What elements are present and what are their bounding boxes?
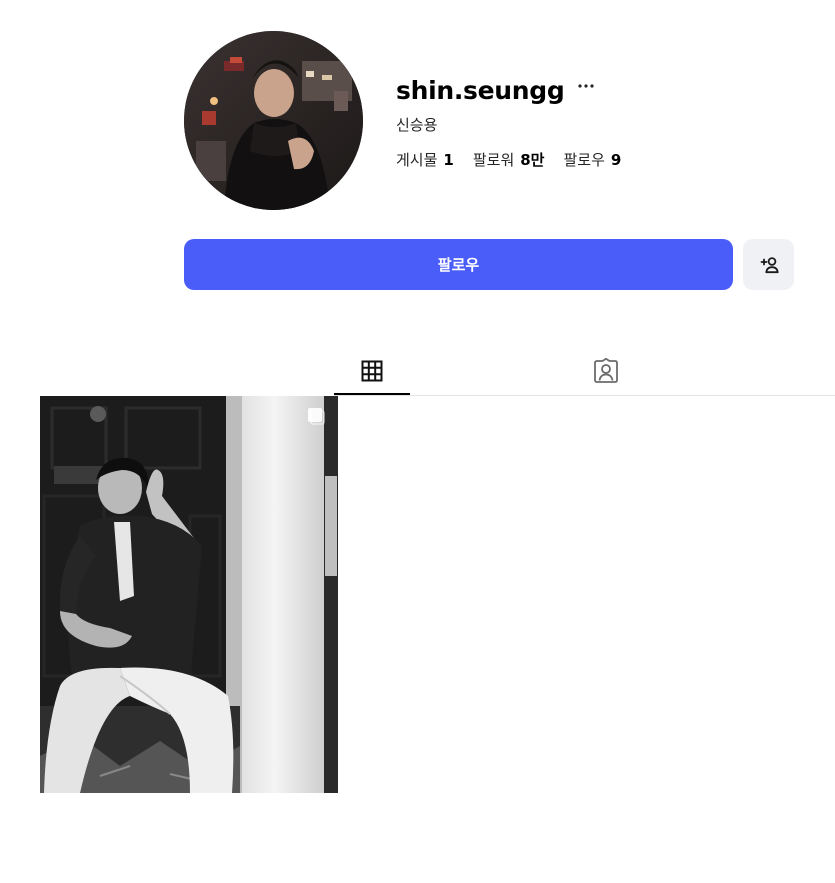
username-row: shin.seungg [396,70,596,110]
person-add-icon [760,256,779,273]
follow-button[interactable]: 팔로우 [184,239,733,290]
profile-username: shin.seungg [396,75,565,105]
tagged-person-icon [594,357,618,383]
multi-photo-icon [308,408,325,425]
profile-full-name: 신승용 [396,116,438,134]
profile-avatar[interactable] [184,31,363,210]
post-photo [40,396,338,793]
stat-following-label: 팔로우 [563,151,605,169]
stat-followers-count: 8만 [520,151,545,169]
stat-posts-label: 게시물 [396,151,438,169]
stat-followers-label: 팔로워 [472,151,515,169]
stat-following[interactable]: 팔로우 9 [564,149,622,170]
tabs-divider [334,395,835,396]
tab-tagged[interactable] [568,346,644,396]
grid-icon [361,360,383,382]
stat-posts-count: 1 [443,151,454,169]
stat-followers[interactable]: 팔로워 8만 [473,149,545,170]
tab-posts[interactable] [334,346,410,396]
more-options-button[interactable] [576,76,596,96]
stat-posts[interactable]: 게시물 1 [396,149,454,170]
post-tile[interactable] [40,396,338,793]
avatar-photo [184,31,363,210]
add-friend-button[interactable] [743,239,794,290]
stat-following-count: 9 [610,151,622,169]
more-horizontal-icon [578,84,595,88]
profile-stats: 게시물 1 팔로워 8만 팔로우 9 [396,149,640,170]
